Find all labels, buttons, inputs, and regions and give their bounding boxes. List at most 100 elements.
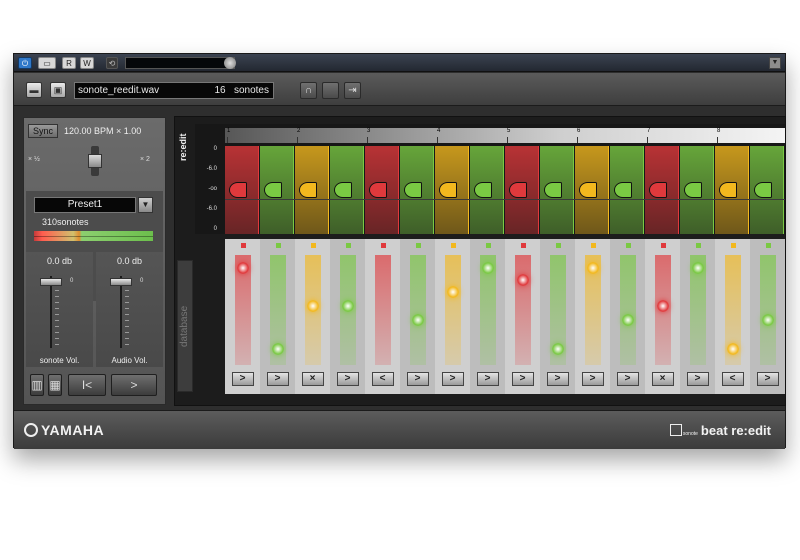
sonote-column[interactable]: >	[470, 239, 505, 394]
direction-button[interactable]: >	[406, 372, 429, 386]
direction-button[interactable]: >	[546, 372, 569, 386]
sonote-point[interactable]	[691, 261, 704, 274]
waveform-segment[interactable]	[715, 146, 749, 234]
sonote-column[interactable]: >	[435, 239, 470, 394]
direction-button[interactable]: >	[441, 372, 464, 386]
waveform-segment[interactable]	[505, 146, 539, 234]
direction-button[interactable]: >	[476, 372, 499, 386]
headphones-icon[interactable]: ∩	[300, 82, 317, 99]
sonote-column[interactable]: <	[715, 239, 750, 394]
direction-button[interactable]: >	[686, 372, 709, 386]
sonote-point[interactable]	[726, 342, 739, 355]
waveform-panel[interactable]: 1 2 3 4 5 6 7 8 0 -6.0 -oo -6.0 0	[195, 124, 785, 234]
sonote-point[interactable]	[551, 342, 564, 355]
open-folder-icon[interactable]: ▬	[26, 82, 42, 98]
sonote-column[interactable]: >	[505, 239, 540, 394]
fader-thumb[interactable]	[110, 278, 132, 286]
direction-button[interactable]: <	[721, 372, 744, 386]
waveform-segment[interactable]	[470, 146, 504, 234]
direction-button[interactable]: >	[336, 372, 359, 386]
sonote-column[interactable]: >	[260, 239, 295, 394]
direction-button[interactable]: >	[266, 372, 289, 386]
sonote-column[interactable]: >	[680, 239, 715, 394]
save-icon[interactable]: ▣	[50, 82, 66, 98]
knob-icon[interactable]	[224, 57, 236, 69]
waveform-segment[interactable]	[575, 146, 609, 234]
tab-reedit[interactable]: re:edit	[178, 125, 194, 169]
sonote-column[interactable]: >	[540, 239, 575, 394]
sonote-column[interactable]: ×	[295, 239, 330, 394]
sonote-point[interactable]	[236, 261, 249, 274]
blank-button[interactable]	[322, 82, 339, 99]
waveform-segment[interactable]	[750, 146, 784, 234]
waveform-segment[interactable]	[645, 146, 679, 234]
sonote-column[interactable]: >	[330, 239, 365, 394]
waveform-segment[interactable]	[680, 146, 714, 234]
write-button[interactable]: W	[80, 57, 94, 69]
direction-button[interactable]: ×	[301, 372, 324, 386]
beat-ruler[interactable]: 1 2 3 4 5 6 7 8	[225, 128, 785, 143]
sonote-column[interactable]: >	[610, 239, 645, 394]
sonote-point[interactable]	[761, 314, 774, 326]
sonote-point[interactable]	[411, 314, 424, 326]
sonote-point[interactable]	[586, 261, 599, 274]
direction-button[interactable]: >	[581, 372, 604, 386]
bpm-display: 120.00 BPM × 1.00	[64, 126, 142, 136]
direction-button[interactable]: >	[756, 372, 779, 386]
preset-select[interactable]: Preset1	[34, 197, 136, 213]
sonote-column[interactable]: >	[225, 239, 260, 394]
read-button[interactable]: R	[62, 57, 76, 69]
power-icon[interactable]: ⏻	[18, 57, 32, 69]
bypass-button[interactable]: ▭	[38, 57, 56, 69]
file-name-field[interactable]: sonote_reedit.wav 16 sonotes	[74, 82, 274, 99]
db-label: 0	[213, 146, 217, 152]
sonote-grid[interactable]: > > × > < > > > > > > > × > < >	[195, 239, 785, 394]
waveform-segment[interactable]	[365, 146, 399, 234]
waveform-segment[interactable]	[400, 146, 434, 234]
waveform-segment[interactable]	[260, 146, 294, 234]
waveform-segment[interactable]	[435, 146, 469, 234]
waveform-segment[interactable]	[610, 146, 644, 234]
tempo-slider-thumb[interactable]	[88, 154, 102, 168]
db-label: -oo	[208, 186, 217, 192]
sonote-column[interactable]: >	[750, 239, 785, 394]
tempo-slider[interactable]	[88, 146, 102, 176]
mixer-icon[interactable]: ▥	[30, 374, 44, 396]
sonote-column[interactable]: ×	[645, 239, 680, 394]
sonote-point[interactable]	[656, 299, 669, 312]
export-icon[interactable]: ⇥	[344, 82, 361, 99]
back-button[interactable]: I<	[68, 374, 106, 396]
waveform-segment[interactable]	[225, 146, 259, 234]
fader-thumb[interactable]	[40, 278, 62, 286]
grid-icon[interactable]: ▦	[48, 374, 62, 396]
sonote-point[interactable]	[306, 299, 319, 312]
forward-button[interactable]: >	[111, 374, 157, 396]
direction-button[interactable]: >	[231, 372, 254, 386]
sonote-point[interactable]	[481, 261, 494, 274]
sonote-column[interactable]: <	[365, 239, 400, 394]
direction-button[interactable]: >	[511, 372, 534, 386]
sonote-point[interactable]	[271, 342, 284, 355]
sonote-column[interactable]: >	[400, 239, 435, 394]
waveform-segment[interactable]	[540, 146, 574, 234]
sonote-column[interactable]: >	[575, 239, 610, 394]
chevron-down-icon[interactable]: ▼	[138, 197, 153, 213]
transient-shape	[754, 182, 772, 198]
link-icon[interactable]: ⟲	[106, 57, 118, 69]
tab-database[interactable]: database	[177, 260, 193, 392]
sonote-point[interactable]	[341, 299, 354, 312]
sonote-point[interactable]	[516, 274, 529, 287]
waveform-segment[interactable]	[330, 146, 364, 234]
sonote-point[interactable]	[621, 314, 634, 326]
fader-track[interactable]	[50, 276, 52, 348]
waveform-segment[interactable]	[295, 146, 329, 234]
sync-button[interactable]: Sync	[28, 124, 58, 138]
menu-icon[interactable]: ▼	[769, 57, 781, 69]
fader-track[interactable]	[120, 276, 122, 348]
ruler-label: 4	[437, 128, 441, 134]
preset-display[interactable]	[125, 57, 235, 69]
direction-button[interactable]: ×	[651, 372, 674, 386]
direction-button[interactable]: >	[616, 372, 639, 386]
sonote-point[interactable]	[446, 285, 459, 298]
direction-button[interactable]: <	[371, 372, 394, 386]
